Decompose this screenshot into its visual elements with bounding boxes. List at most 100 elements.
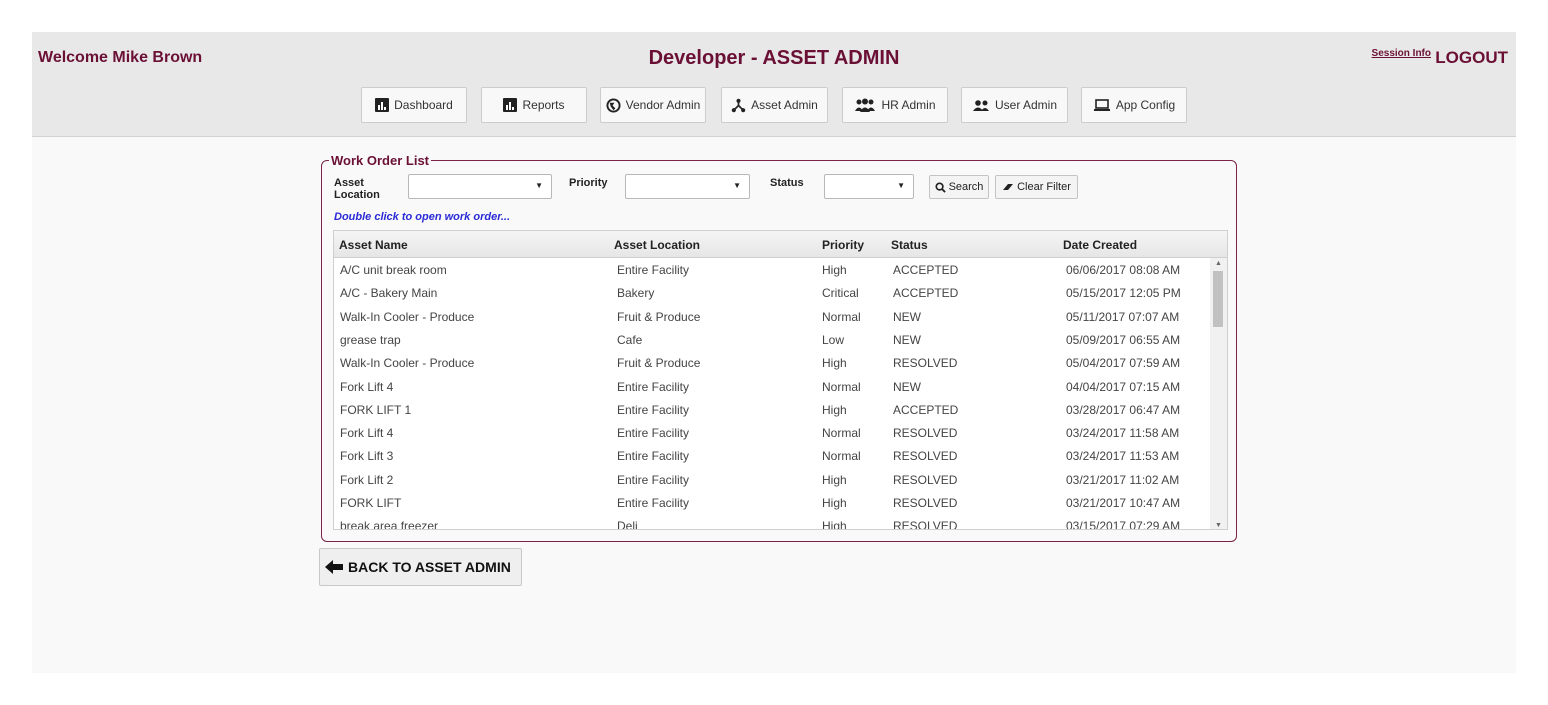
clear-filter-label: Clear Filter	[1017, 181, 1071, 193]
nav-dashboard-button[interactable]: Dashboard	[361, 87, 467, 123]
bar-chart-icon	[375, 98, 390, 112]
column-header-date-created[interactable]: Date Created	[1063, 238, 1137, 252]
status-cell: NEW	[893, 332, 921, 347]
users-icon	[972, 99, 990, 112]
column-header-asset-location[interactable]: Asset Location	[614, 238, 700, 252]
table-row[interactable]: Fork Lift 2 Entire Facility High RESOLVED 03…	[334, 468, 1210, 491]
priority-label: Priority	[569, 177, 608, 189]
status-cell: RESOLVED	[893, 449, 958, 464]
laptop-icon	[1093, 98, 1111, 112]
date-created-cell: 03/24/2017 11:53 AM	[1066, 449, 1180, 464]
asset-name-cell: A/C - Bakery Main	[340, 286, 438, 301]
status-cell: RESOLVED	[893, 426, 958, 441]
clear-filter-button[interactable]: Clear Filter	[995, 175, 1078, 199]
date-created-cell: 05/15/2017 12:05 PM	[1066, 286, 1181, 301]
status-cell: RESOLVED	[893, 496, 958, 510]
app-container: Welcome Mike Brown Developer - ASSET ADM…	[32, 32, 1516, 673]
asset-location-cell: Fruit & Produce	[617, 356, 701, 371]
table-row[interactable]: FORK LIFT 1 Entire Facility High ACCEPTED 03…	[334, 398, 1210, 421]
nav-user-admin-button[interactable]: User Admin	[961, 87, 1068, 123]
nav-dashboard-label: Dashboard	[394, 98, 453, 112]
page-title: Developer - ASSET ADMIN	[648, 47, 900, 69]
nav-hr-admin-label: HR Admin	[881, 98, 936, 112]
date-created-cell: 05/09/2017 06:55 AM	[1066, 332, 1181, 347]
asset-name-cell: Fork Lift 2	[340, 472, 394, 487]
table-row[interactable]: Fork Lift 3 Entire Facility Normal RESOLVED…	[334, 444, 1210, 467]
asset-location-cell: Entire Facility	[617, 426, 690, 441]
table-row[interactable]: grease trap Cafe Low NEW 05/09/2017 06:55 AM	[334, 328, 1210, 351]
priority-cell: High	[822, 472, 847, 487]
table-scrollbar[interactable]: ▲ ▼	[1210, 258, 1227, 529]
asset-location-cell: Entire Facility	[617, 449, 690, 464]
table-row[interactable]: Fork Lift 4 Entire Facility Normal RESOLVED…	[334, 421, 1210, 444]
asset-location-cell: Entire Facility	[617, 263, 690, 277]
column-header-priority[interactable]: Priority	[822, 238, 864, 252]
asset-hierarchy-icon	[731, 98, 746, 113]
work-order-legend: Work Order List	[329, 153, 432, 168]
asset-name-cell: FORK LIFT	[340, 496, 402, 510]
asset-location-cell: Cafe	[617, 332, 643, 347]
nav-asset-admin-label: Asset Admin	[751, 98, 818, 112]
asset-name-cell: Fork Lift 3	[340, 449, 394, 464]
asset-name-cell: Fork Lift 4	[340, 426, 394, 441]
status-cell: ACCEPTED	[893, 286, 959, 301]
scroll-down-icon[interactable]: ▼	[1215, 522, 1222, 529]
table-row[interactable]: Walk-In Cooler - Produce Fruit & Produce N…	[334, 305, 1210, 328]
status-cell: RESOLVED	[893, 356, 958, 371]
logout-button[interactable]: LOGOUT	[1435, 48, 1508, 68]
vendor-globe-icon	[606, 97, 621, 113]
asset-name-cell: Walk-In Cooler - Produce	[340, 356, 475, 371]
status-cell: RESOLVED	[893, 519, 958, 530]
asset-location-label-line2: Location	[334, 189, 380, 201]
table-row[interactable]: FORK LIFT Entire Facility High RESOLVED 03/2…	[334, 491, 1210, 514]
status-cell: RESOLVED	[893, 472, 958, 487]
nav-hr-admin-button[interactable]: HR Admin	[842, 87, 948, 123]
asset-name-cell: FORK LIFT 1	[340, 402, 412, 417]
table-row[interactable]: break area freezer Deli High RESOLVED 03/15/…	[334, 514, 1210, 530]
date-created-cell: 05/11/2017 07:07 AM	[1066, 309, 1180, 324]
table-row[interactable]: Fork Lift 4 Entire Facility Normal NEW 04/04…	[334, 375, 1210, 398]
status-cell: ACCEPTED	[893, 263, 959, 277]
nav-app-config-label: App Config	[1115, 98, 1176, 112]
date-created-cell: 03/28/2017 06:47 AM	[1066, 402, 1181, 417]
asset-location-cell: Entire Facility	[617, 379, 690, 394]
column-header-status[interactable]: Status	[891, 238, 928, 252]
status-select[interactable]: ▼	[824, 174, 914, 199]
priority-cell: Normal	[822, 426, 861, 441]
asset-location-select[interactable]: ▼	[408, 174, 552, 199]
column-header-asset-name[interactable]: Asset Name	[339, 238, 408, 252]
search-button[interactable]: Search	[929, 175, 989, 199]
session-info-link[interactable]: Session Info	[1372, 48, 1431, 59]
table-row[interactable]: A/C unit break room Entire Facility High AC…	[334, 258, 1210, 281]
search-button-label: Search	[948, 181, 984, 193]
nav-reports-button[interactable]: Reports	[481, 87, 587, 123]
status-cell: ACCEPTED	[893, 402, 959, 417]
scrollbar-thumb[interactable]	[1213, 271, 1223, 327]
date-created-cell: 03/15/2017 07:29 AM	[1066, 519, 1181, 530]
priority-cell: High	[822, 496, 847, 510]
priority-cell: Low	[822, 332, 845, 347]
asset-location-cell: Deli	[617, 519, 638, 530]
nav-vendor-admin-button[interactable]: Vendor Admin	[600, 87, 706, 123]
scroll-up-icon[interactable]: ▲	[1215, 260, 1222, 267]
asset-name-cell: A/C unit break room	[340, 263, 447, 277]
asset-name-cell: break area freezer	[340, 519, 439, 530]
caret-down-icon: ▼	[535, 181, 543, 190]
table-header: Asset Name Asset Location Priority Statu…	[334, 231, 1227, 258]
asset-location-label: Asset Location	[334, 177, 380, 201]
date-created-cell: 03/21/2017 10:47 AM	[1066, 496, 1181, 510]
nav-app-config-button[interactable]: App Config	[1081, 87, 1187, 123]
priority-cell: Normal	[822, 379, 861, 394]
nav-asset-admin-button[interactable]: Asset Admin	[721, 87, 828, 123]
asset-location-label-line1: Asset	[334, 177, 364, 189]
caret-down-icon: ▼	[733, 181, 741, 190]
back-to-asset-admin-button[interactable]: BACK TO ASSET ADMIN	[319, 548, 522, 586]
asset-name-cell: grease trap	[340, 332, 401, 347]
priority-cell: Normal	[822, 449, 861, 464]
table-row[interactable]: A/C - Bakery Main Bakery Critical ACCEPTED 0…	[334, 281, 1210, 304]
nav-user-admin-label: User Admin	[994, 98, 1058, 112]
priority-select[interactable]: ▼	[625, 174, 750, 199]
status-cell: NEW	[893, 379, 921, 394]
table-row[interactable]: Walk-In Cooler - Produce Fruit & Produce H…	[334, 351, 1210, 374]
date-created-cell: 04/04/2017 07:15 AM	[1066, 379, 1181, 394]
